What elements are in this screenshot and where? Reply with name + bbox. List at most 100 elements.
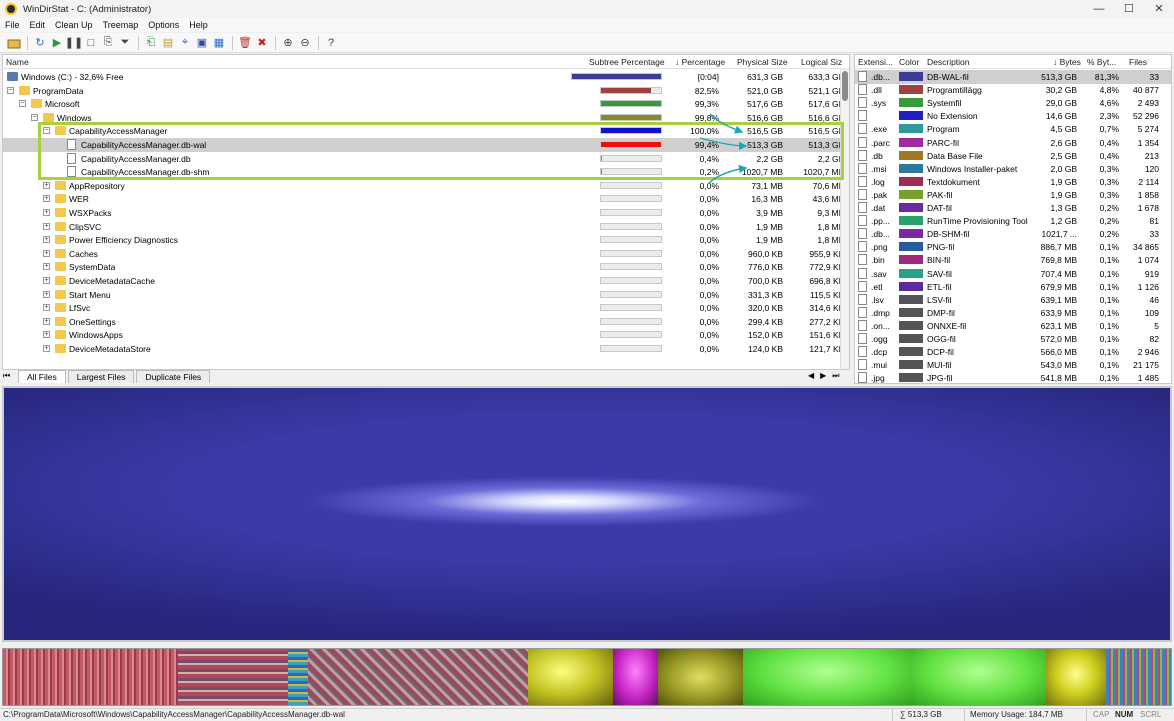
extension-row[interactable]: .msiWindows Installer-paket2,0 GB0,3%120 [855,162,1171,176]
tree-row[interactable]: +SystemData0,0%776,0 KB772,9 KI [3,260,849,274]
expand-toggle[interactable]: + [43,291,50,298]
expand-toggle[interactable]: + [43,195,50,202]
menu-edit[interactable]: Edit [25,20,51,30]
treemap-block[interactable] [528,649,613,705]
extension-row[interactable]: .dcpDCP-fil566,0 MB0,1%2 946 [855,345,1171,359]
tree-row[interactable]: +DeviceMetadataCache0,0%700,0 KB696,8 KI [3,274,849,288]
treemap-main[interactable] [2,386,1172,642]
tree-row[interactable]: −Microsoft99,3%517,6 GB517,6 GI [3,97,849,111]
expand-toggle[interactable]: + [43,250,50,257]
expand-toggle[interactable]: + [43,331,50,338]
zoom-out-icon[interactable]: ⊖ [297,35,313,51]
tree-row[interactable]: −Windows99,8%516,6 GB516,6 GI [3,111,849,125]
treemap-block[interactable] [743,649,911,705]
expand-toggle[interactable]: + [43,304,50,311]
tree-row[interactable]: +OneSettings0,0%299,4 KB277,2 KI [3,315,849,329]
tree-row[interactable]: CapabilityAccessManager.db-wal99,4%513,3… [3,138,849,152]
extension-row[interactable]: .savSAV-fil707,4 MB0,1%919 [855,267,1171,281]
tree-row[interactable]: +AppRepository0,0%73,1 MB70,6 MI [3,179,849,193]
expand-toggle[interactable]: + [43,263,50,270]
collapse-toggle[interactable]: − [19,100,26,107]
treemap-block[interactable] [308,649,528,705]
extension-row[interactable]: .pakPAK-fil1,9 GB0,3%1 858 [855,188,1171,202]
tree-scrollbar[interactable] [840,69,849,369]
extension-row[interactable]: No Extension14,6 GB2,3%52 296 [855,109,1171,123]
tree-row[interactable]: +WER0,0%16,3 MB43,6 MI [3,192,849,206]
expand-toggle[interactable]: + [43,223,50,230]
treemap-block[interactable] [1046,649,1106,705]
expand-toggle[interactable]: + [43,345,50,352]
extension-row[interactable]: .dllProgramtillägg30,2 GB4,8%40 877 [855,83,1171,97]
tree-row[interactable]: −ProgramData82,5%521,0 GB521,1 GI [3,84,849,98]
extension-row[interactable]: .dmpDMP-fil633,9 MB0,1%109 [855,306,1171,320]
column-percentage[interactable]: ↓ Percentage [675,57,725,67]
open-drive-icon[interactable] [6,35,22,51]
tab-largest-files[interactable]: Largest Files [68,370,135,383]
close-button[interactable]: ✕ [1144,0,1174,18]
menu-treemap[interactable]: Treemap [98,20,144,30]
extension-row[interactable]: .pngPNG-fil886,7 MB0,1%34 865 [855,240,1171,254]
tree-row[interactable]: +Caches0,0%960,0 KB955,9 KI [3,247,849,261]
explorer-icon[interactable]: ⌖ [177,35,193,51]
tree-row[interactable]: +Start Menu0,0%331,3 KB115,5 KI [3,288,849,302]
tab-all-files[interactable]: All Files [18,370,66,383]
column-bytes[interactable]: ↓ Bytes [1053,57,1081,67]
tree-row[interactable]: +WSXPacks0,0%3,9 MB9,3 MI [3,206,849,220]
extension-row[interactable]: .on...ONNXE-fil623,1 MB0,1%5 [855,319,1171,333]
maximize-button[interactable]: ☐ [1114,0,1144,18]
extension-row[interactable]: .db...DB-WAL-fil513,3 GB81,3%33 [855,70,1171,84]
treemap-block[interactable] [911,649,1046,705]
minimize-button[interactable]: — [1084,0,1114,18]
filter-icon[interactable]: ⏷ [117,35,133,51]
extension-row[interactable]: .db...DB-SHM-fil1021,7 ...0,2%33 [855,227,1171,241]
copy-icon[interactable]: ⎘ [100,35,116,51]
treemap-block[interactable] [658,649,743,705]
expand-toggle[interactable]: + [43,209,50,216]
extension-row[interactable]: .dbData Base File2,5 GB0,4%213 [855,149,1171,163]
treemap-block[interactable] [3,649,178,705]
column-logical-size[interactable]: Logical Siz [801,57,842,67]
column-files[interactable]: Files [1129,57,1147,67]
play-icon[interactable]: ▶ [49,35,65,51]
collapse-toggle[interactable]: − [7,87,14,94]
column-description[interactable]: Description [927,57,970,67]
zoom-in-icon[interactable]: ⊕ [280,35,296,51]
column-subtree-percentage[interactable]: Subtree Percentage [589,57,665,67]
tree-row[interactable]: +WindowsApps0,0%152,0 KB151,6 KI [3,328,849,342]
tree-row[interactable]: Windows (C:) - 32,6% Free[0:04]631,3 GB6… [3,70,849,84]
tree-row[interactable]: +Power Efficiency Diagnostics0,0%1,9 MB1… [3,233,849,247]
treemap-detail-strip[interactable] [2,648,1172,706]
treemap-block[interactable] [178,649,288,705]
extension-row[interactable]: .lsvLSV-fil639,1 MB0,1%46 [855,293,1171,307]
column-name[interactable]: Name [6,57,29,67]
expand-toggle[interactable]: + [43,236,50,243]
extension-row[interactable]: .muiMUI-fil543,0 MB0,1%21 175 [855,358,1171,372]
terminal-icon[interactable]: ▣ [194,35,210,51]
extension-row[interactable]: .logTextdokument1,9 GB0,3%2 114 [855,175,1171,189]
tree-row[interactable]: CapabilityAccessManager.db-shm0,2%1020,7… [3,165,849,179]
extension-row[interactable]: .pp...RunTime Provisioning Tool1,2 GB0,2… [855,214,1171,228]
help-icon[interactable]: ? [323,35,339,51]
expand-toggle[interactable]: + [43,318,50,325]
extension-row[interactable]: .jpgJPG-fil541,8 MB0,1%1 485 [855,371,1171,384]
extension-row[interactable]: .exeProgram4,5 GB0,7%5 274 [855,122,1171,136]
stop-icon[interactable]: □ [83,35,99,51]
copy-path-icon[interactable]: ⎗ [143,35,159,51]
extension-row[interactable]: .etlETL-fil679,9 MB0,1%1 126 [855,280,1171,294]
expand-toggle[interactable]: + [43,182,50,189]
properties-icon[interactable]: ▦ [211,35,227,51]
tree-row[interactable]: +DeviceMetadataStore0,0%124,0 KB121,7 KI [3,342,849,356]
tree-row[interactable]: −CapabilityAccessManager100,0%516,5 GB51… [3,124,849,138]
tab-scroll-icons[interactable]: ◀▶⏭ [808,371,846,381]
paste-icon[interactable]: ▤ [160,35,176,51]
treemap-block[interactable] [288,649,308,705]
extension-row[interactable]: .sysSystemfil29,0 GB4,6%2 493 [855,96,1171,110]
menu-file[interactable]: File [0,20,25,30]
delete-icon[interactable]: ✖ [254,35,270,51]
treemap-block[interactable] [1106,649,1171,705]
column-extension[interactable]: Extensi... [858,57,893,67]
expand-toggle[interactable]: + [43,277,50,284]
collapse-toggle[interactable]: − [31,114,38,121]
column-physical-size[interactable]: Physical Size [737,57,788,67]
column-color[interactable]: Color [899,57,919,67]
